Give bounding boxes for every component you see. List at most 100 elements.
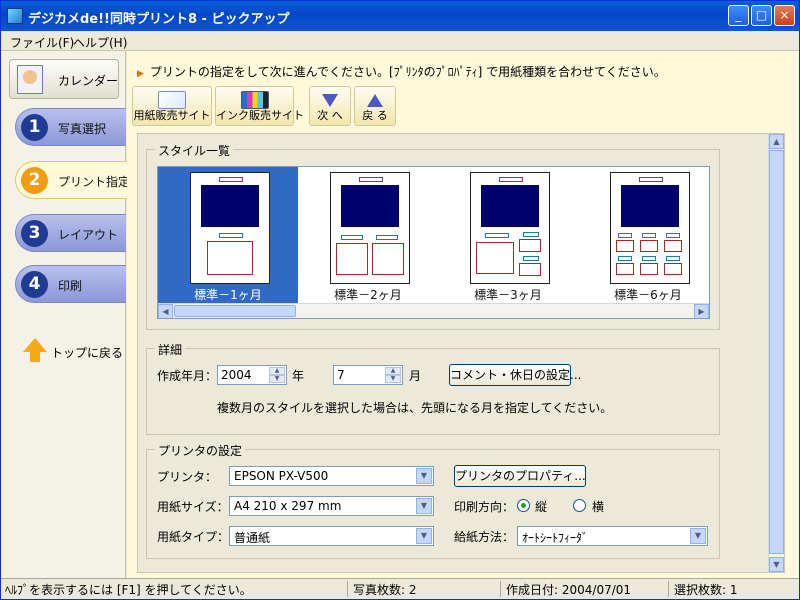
status-photo-count: 写真枚数: 2 bbox=[349, 581, 501, 597]
style-thumbnail bbox=[330, 172, 410, 284]
chevron-down-icon[interactable]: ▼ bbox=[416, 468, 432, 484]
orientation-label: 印刷方向： bbox=[454, 500, 515, 514]
details-group: 詳細 作成年月： 2004 ▲ ▼ 年 7 ▲ ▼ 月 コメント・休日の設定... … bbox=[146, 341, 720, 435]
step-print-settings[interactable]: 2 プリント指定 bbox=[15, 161, 131, 199]
step-number-icon: 4 bbox=[21, 271, 48, 298]
scroll-down-icon[interactable]: ▼ bbox=[769, 557, 784, 572]
scroll-up-icon[interactable]: ▲ bbox=[769, 134, 784, 149]
back-button[interactable]: 戻 る bbox=[354, 86, 396, 126]
paper-size-select[interactable]: A4 210 x 297 mm ▼ bbox=[229, 496, 434, 516]
paper-type-select[interactable]: 普通紙 ▼ bbox=[229, 526, 434, 546]
minimize-button[interactable]: _ bbox=[728, 5, 749, 26]
feed-method-select[interactable]: ｵｰﾄｼｰﾄﾌｨｰﾀﾞ ▼ bbox=[517, 526, 708, 546]
step-print[interactable]: 4 印刷 bbox=[15, 265, 126, 303]
feed-method-value: ｵｰﾄｼｰﾄﾌｨｰﾀﾞ bbox=[522, 531, 589, 545]
chevron-down-icon[interactable]: ▼ bbox=[416, 498, 432, 514]
status-created-date: 作成日付: 2004/07/01 bbox=[502, 581, 669, 597]
up-arrow-icon bbox=[23, 338, 47, 362]
main-panel: プリントの指定をして次に進んでください。[ﾌﾟﾘﾝﾀのﾌﾟﾛﾊﾟﾃｨ] で用紙種… bbox=[127, 51, 799, 578]
style-thumbnail bbox=[470, 172, 550, 284]
back-to-top-label: トップに戻る bbox=[51, 346, 124, 360]
menu-help[interactable]: ヘルプ(H) bbox=[73, 34, 127, 51]
details-title: 詳細 bbox=[155, 341, 186, 358]
instruction-text: プリントの指定をして次に進んでください。[ﾌﾟﾘﾝﾀのﾌﾟﾛﾊﾟﾃｨ] で用紙種… bbox=[137, 63, 666, 80]
scroll-right-icon[interactable]: ▶ bbox=[694, 304, 709, 318]
style-item-1month[interactable]: 標準－1ヶ月 bbox=[158, 167, 298, 303]
status-bar: ﾍﾙﾌﾟを表示するには [F1] を押してください。 写真枚数: 2 作成日付:… bbox=[1, 578, 799, 599]
comment-holiday-settings-button[interactable]: コメント・休日の設定... bbox=[449, 364, 581, 386]
year-spinner-icon[interactable]: ▲ ▼ bbox=[269, 367, 285, 383]
down-arrow-icon bbox=[322, 94, 338, 107]
year-unit: 年 bbox=[292, 369, 305, 383]
vertical-scroll-thumb[interactable] bbox=[769, 150, 784, 554]
menu-bar: ファイル(F) ヘルプ(H) bbox=[1, 31, 799, 51]
portrait-label: 縦 bbox=[535, 500, 548, 514]
printer-label: プリンタ： bbox=[157, 470, 218, 484]
paper-type-value: 普通紙 bbox=[234, 531, 271, 545]
details-note: 複数月のスタイルを選択した場合は、先頭になる月を指定してください。 bbox=[217, 401, 613, 415]
calendar-label: カレンダー bbox=[58, 74, 119, 88]
maximize-button[interactable]: □ bbox=[751, 5, 772, 26]
paper-type-label: 用紙タイプ： bbox=[157, 530, 230, 544]
back-label: 戻 る bbox=[362, 109, 388, 122]
month-unit: 月 bbox=[409, 369, 422, 383]
year-stepper[interactable]: 2004 ▲ ▼ bbox=[217, 365, 287, 385]
scroll-left-icon[interactable]: ◀ bbox=[158, 304, 173, 318]
paper-size-value: A4 210 x 297 mm bbox=[234, 499, 342, 513]
ink-shop-label: インク販売サイト bbox=[216, 109, 304, 122]
app-window: デジカメde!!同時プリント8 - ピックアップ _ □ × ファイル(F) ヘ… bbox=[0, 0, 800, 600]
step-photo-select[interactable]: 1 写真選択 bbox=[15, 108, 126, 146]
chevron-down-icon[interactable]: ▼ bbox=[416, 528, 432, 544]
close-button[interactable]: × bbox=[774, 5, 795, 26]
window-title: デジカメde!!同時プリント8 - ピックアップ bbox=[28, 12, 290, 27]
style-list-group: スタイル一覧 標準－1ヶ月 標準－2ヶ月 標準－3ヶ月 標準－6ヶ月 ◀ ▶ bbox=[146, 142, 720, 330]
printer-value: EPSON PX-V500 bbox=[234, 469, 329, 483]
style-list-title: スタイル一覧 bbox=[155, 142, 234, 159]
printer-properties-button[interactable]: プリンタのプロパティ... bbox=[454, 465, 586, 487]
status-selected-count: 選択枚数: 1 bbox=[674, 583, 738, 597]
style-list[interactable]: 標準－1ヶ月 標準－2ヶ月 標準－3ヶ月 標準－6ヶ月 ◀ ▶ bbox=[157, 166, 710, 319]
back-to-top-link[interactable]: トップに戻る bbox=[21, 336, 124, 366]
style-item-6month[interactable]: 標準－6ヶ月 bbox=[578, 167, 709, 303]
step-label: 写真選択 bbox=[58, 122, 107, 136]
printer-settings-title: プリンタの設定 bbox=[155, 442, 246, 459]
status-help-text: ﾍﾙﾌﾟを表示するには [F1] を押してください。 bbox=[1, 581, 348, 597]
sidebar: カレンダー 1 写真選択 2 プリント指定 3 レイアウト 4 印刷 トップに戻… bbox=[1, 51, 131, 578]
up-arrow-icon bbox=[367, 94, 383, 107]
style-item-3month[interactable]: 標準－3ヶ月 bbox=[438, 167, 578, 303]
style-label: 標準－6ヶ月 bbox=[614, 288, 682, 302]
next-label: 次 へ bbox=[317, 109, 343, 122]
title-bar: デジカメde!!同時プリント8 - ピックアップ _ □ × bbox=[1, 1, 799, 31]
month-spinner-icon[interactable]: ▲ ▼ bbox=[385, 367, 401, 383]
step-layout[interactable]: 3 レイアウト bbox=[15, 214, 126, 252]
step-label: プリント指定 bbox=[58, 175, 131, 189]
paper-size-label: 用紙サイズ： bbox=[157, 500, 229, 514]
style-item-2month[interactable]: 標準－2ヶ月 bbox=[298, 167, 438, 303]
style-thumbnail bbox=[190, 172, 270, 284]
menu-file[interactable]: ファイル(F) bbox=[10, 34, 74, 51]
vertical-scrollbar[interactable]: ▲ ▼ bbox=[768, 134, 784, 572]
style-thumbnail bbox=[610, 172, 690, 284]
landscape-radio[interactable] bbox=[573, 499, 586, 512]
year-value: 2004 bbox=[221, 368, 252, 382]
calendar-icon bbox=[17, 65, 43, 94]
settings-scroll-panel: スタイル一覧 標準－1ヶ月 標準－2ヶ月 標準－3ヶ月 標準－6ヶ月 ◀ ▶ 詳… bbox=[137, 133, 785, 573]
month-value: 7 bbox=[337, 368, 345, 382]
calendar-button[interactable]: カレンダー bbox=[9, 59, 119, 99]
app-icon bbox=[7, 8, 23, 24]
landscape-label: 横 bbox=[592, 500, 605, 514]
ink-shop-button[interactable]: インク販売サイト bbox=[215, 86, 304, 126]
paper-shop-button[interactable]: 用紙販売サイト bbox=[132, 86, 212, 126]
style-list-horizontal-scrollbar[interactable]: ◀ ▶ bbox=[158, 303, 709, 318]
style-label: 標準－1ヶ月 bbox=[194, 288, 262, 302]
next-button[interactable]: 次 へ bbox=[309, 86, 351, 126]
style-label: 標準－3ヶ月 bbox=[474, 288, 542, 302]
feed-method-label: 給紙方法： bbox=[454, 530, 515, 544]
portrait-radio[interactable] bbox=[517, 499, 530, 512]
created-label: 作成年月： bbox=[157, 369, 218, 383]
chevron-down-icon[interactable]: ▼ bbox=[690, 528, 706, 544]
month-stepper[interactable]: 7 ▲ ▼ bbox=[333, 365, 403, 385]
printer-select[interactable]: EPSON PX-V500 ▼ bbox=[229, 466, 434, 486]
horizontal-scroll-thumb[interactable] bbox=[174, 305, 296, 317]
printer-settings-group: プリンタの設定 プリンタ： EPSON PX-V500 ▼ プリンタのプロパティ… bbox=[146, 442, 720, 559]
